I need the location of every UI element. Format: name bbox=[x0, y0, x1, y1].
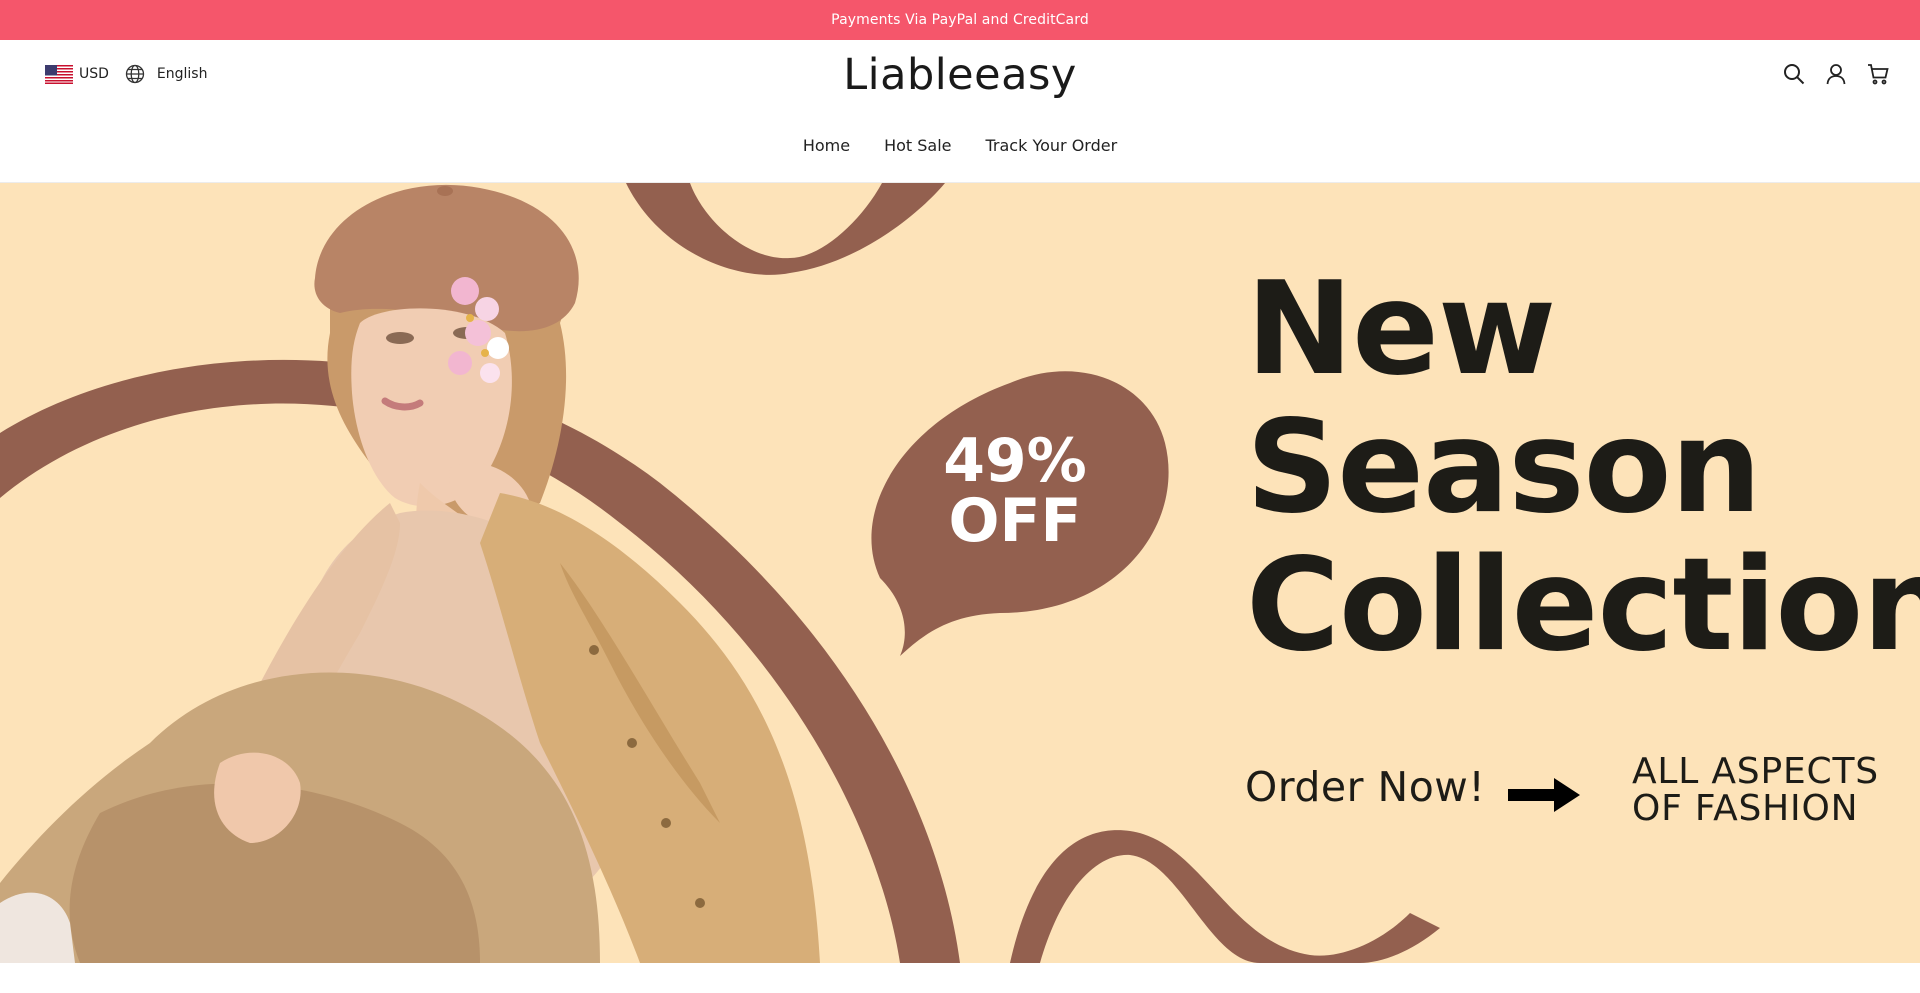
language-selector[interactable]: English bbox=[157, 66, 208, 82]
discount-off: OFF bbox=[948, 486, 1082, 556]
nav-item-hot-sale[interactable]: Hot Sale bbox=[884, 136, 951, 155]
us-flag-icon[interactable] bbox=[45, 64, 73, 84]
nav-item-track-order[interactable]: Track Your Order bbox=[986, 136, 1118, 155]
brand-name[interactable]: Liableeasy bbox=[843, 50, 1077, 100]
locale-switcher: USD English bbox=[45, 64, 207, 84]
tagline-line-2: OF FASHION bbox=[1632, 788, 1859, 829]
hero-headline: New Season Collection bbox=[1246, 261, 1920, 675]
tagline-line-1: ALL ASPECTS bbox=[1632, 751, 1879, 792]
headline-line-3: Collection bbox=[1246, 531, 1920, 680]
discount-percent: 49% bbox=[943, 426, 1087, 496]
announcement-text: Payments Via PayPal and CreditCard bbox=[831, 12, 1089, 28]
brand-logo: Liableeasy bbox=[0, 50, 1920, 100]
currency-selector[interactable]: USD bbox=[79, 66, 109, 82]
model-image bbox=[0, 184, 820, 963]
discount-badge: 49% OFF bbox=[930, 431, 1100, 551]
header-actions bbox=[1782, 62, 1890, 86]
cart-icon[interactable] bbox=[1866, 62, 1890, 86]
headline-line-2: Season bbox=[1246, 393, 1762, 542]
site-header: USD English Liableeasy Home Hot Sale Tra… bbox=[0, 40, 1920, 183]
hero-banner[interactable]: 49% OFF New Season Collection Order Now!… bbox=[0, 183, 1920, 963]
arrow-right-icon bbox=[1508, 778, 1580, 812]
hero-tagline: ALL ASPECTS OF FASHION bbox=[1632, 753, 1879, 827]
headline-line-1: New bbox=[1246, 255, 1556, 404]
globe-icon[interactable] bbox=[125, 64, 145, 84]
search-icon[interactable] bbox=[1782, 62, 1806, 86]
main-navigation: Home Hot Sale Track Your Order bbox=[0, 136, 1920, 155]
account-icon[interactable] bbox=[1824, 62, 1848, 86]
nav-item-home[interactable]: Home bbox=[803, 136, 850, 155]
announcement-bar: Payments Via PayPal and CreditCard bbox=[0, 0, 1920, 40]
order-now-cta[interactable]: Order Now! bbox=[1245, 763, 1485, 811]
